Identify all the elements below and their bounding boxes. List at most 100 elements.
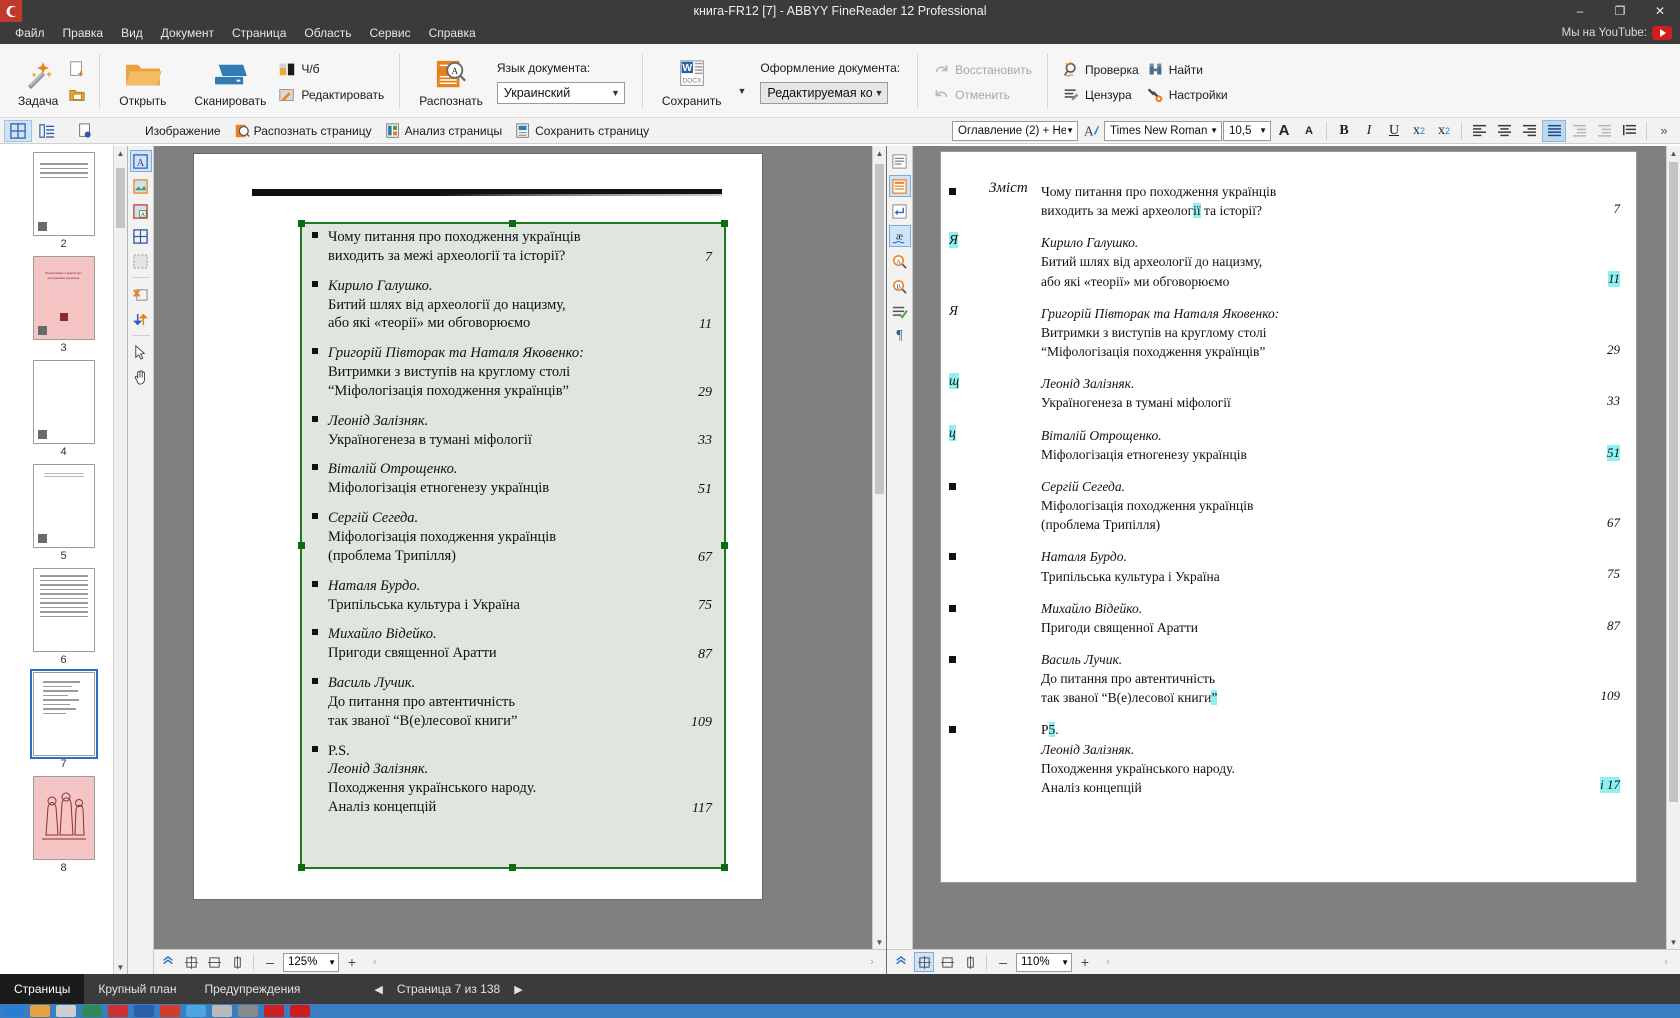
text-scroll-up-icon[interactable]: ▲	[1667, 146, 1680, 160]
recognized-toc-entry[interactable]: Наталя Бурдо.Трипільська культура і Укра…	[1041, 547, 1606, 585]
recognized-uncertain-prefix[interactable]: щ	[949, 373, 959, 389]
thumbnail-item-selected[interactable]: 7	[33, 672, 95, 770]
taskbar-icon-1[interactable]	[4, 1005, 24, 1017]
paragraph-style-select[interactable]: Оглавление (2) + He ▼	[952, 121, 1078, 141]
image-scroll-area[interactable]: Чому питання про походження українціввих…	[154, 146, 886, 949]
menu-edit[interactable]: Правка	[54, 23, 113, 43]
image-scrollbar-thumb[interactable]	[875, 164, 884, 494]
region-handle-lc[interactable]	[298, 542, 305, 549]
delete-area-tool-icon[interactable]	[130, 283, 152, 305]
task-button[interactable]: Задача	[10, 48, 66, 116]
maximize-button[interactable]: ❐	[1600, 0, 1640, 22]
paragraph-direction-button[interactable]	[1617, 120, 1641, 142]
thumbnail-page-2[interactable]	[33, 152, 95, 236]
menu-service[interactable]: Сервис	[361, 23, 420, 43]
find-button[interactable]: Найти	[1143, 59, 1232, 80]
zoom-next-tool-icon[interactable]: B	[889, 275, 911, 297]
recognized-toc-entry[interactable]: Михайло Відейко.Пригоди священної Аратти…	[1041, 599, 1606, 637]
tab-warnings[interactable]: Предупреждения	[190, 974, 314, 1004]
restore-button[interactable]: Восстановить	[929, 59, 1036, 80]
fit-page-icon[interactable]	[181, 952, 201, 972]
region-handle-tl[interactable]	[298, 220, 305, 227]
open-button[interactable]: Открыть	[111, 48, 174, 116]
taskbar-icon-8[interactable]	[186, 1005, 206, 1017]
scanned-page[interactable]: Чому питання про походження українціввих…	[194, 154, 762, 899]
taskbar-icon-7[interactable]	[160, 1005, 180, 1017]
recognized-toc-entry[interactable]: Чому питання про походження українціввих…	[1041, 182, 1606, 220]
ocr-text-region[interactable]: Чому питання про походження українціввих…	[300, 222, 726, 869]
collapse-pane-icon[interactable]	[158, 952, 178, 972]
region-handle-br[interactable]	[721, 864, 728, 871]
recognized-uncertain-prefix[interactable]: ц	[949, 425, 956, 441]
recognized-toc-entry[interactable]: ЯГригорій Півторак та Наталя Яковенко:Ви…	[1041, 304, 1606, 361]
document-language-select[interactable]: Украинский ▼	[497, 82, 625, 104]
spellcheck-tool-icon[interactable]	[889, 300, 911, 322]
thumbnail-page-3[interactable]: Новий міфи та факти про походження украї…	[33, 256, 95, 340]
taskbar-icon-2[interactable]	[30, 1005, 50, 1017]
uncertain-char[interactable]: 5	[1049, 722, 1056, 737]
bw-mode-button[interactable]: Ч/б	[274, 58, 388, 80]
check-button[interactable]: Проверка	[1059, 59, 1143, 80]
thumbnail-item[interactable]: Новий міфи та факти про походження украї…	[33, 256, 95, 354]
bold-button[interactable]: B	[1332, 120, 1356, 142]
save-page-button[interactable]: Сохранить страницу	[510, 120, 654, 142]
prev-page-button[interactable]: ◀	[374, 983, 382, 996]
settings-button[interactable]: Настройки	[1143, 84, 1232, 105]
region-handle-bl[interactable]	[298, 864, 305, 871]
recognized-toc-entry[interactable]: щЛеонід Залізняк.Україногенеза в тумані …	[1041, 374, 1606, 412]
menu-file[interactable]: Файл	[6, 23, 54, 43]
recognized-toc-entry[interactable]: Сергій Сегеда.Міфологізація походження у…	[1041, 477, 1606, 534]
text-fit-width-icon[interactable]	[937, 952, 957, 972]
new-document-icon[interactable]	[66, 58, 88, 80]
style-tool-button[interactable]: A	[1079, 120, 1103, 142]
recognized-page[interactable]: Зміст Чому питання про походження україн…	[941, 152, 1636, 882]
open-recent-icon[interactable]	[66, 84, 88, 106]
zoom-out-button[interactable]: –	[260, 952, 280, 972]
decrease-indent-button[interactable]	[1567, 120, 1591, 142]
thumbnail-item[interactable]: 5	[33, 464, 95, 562]
scrollbar-thumb[interactable]	[116, 168, 125, 228]
region-handle-rc[interactable]	[721, 542, 728, 549]
pilcrow-tool-icon[interactable]: ¶	[889, 325, 911, 347]
align-justify-button[interactable]	[1542, 120, 1566, 142]
text-hscroll-left-icon[interactable]: ‹	[1098, 952, 1118, 972]
taskbar-icon-4[interactable]	[82, 1005, 102, 1017]
analyze-page-button[interactable]: Анализ страницы	[380, 120, 508, 142]
text-hscroll-right-icon[interactable]: ›	[1656, 952, 1676, 972]
scroll-down-icon[interactable]: ▼	[114, 960, 127, 974]
recognize-page-button[interactable]: Распознать страницу	[229, 120, 377, 142]
text-scroll-down-icon[interactable]: ▼	[1667, 935, 1680, 949]
menu-page[interactable]: Страница	[223, 23, 295, 43]
text-zoom-in-button[interactable]: +	[1075, 952, 1095, 972]
image-scroll-down-icon[interactable]: ▼	[873, 935, 886, 949]
show-formatting-tool-icon[interactable]	[889, 150, 911, 172]
recognize-button[interactable]: A Распознать	[411, 48, 491, 116]
thumbnails-list-button[interactable]	[34, 120, 60, 142]
uncertain-chars-tool-icon[interactable]: æ	[889, 225, 911, 247]
text-fit-height-icon[interactable]	[960, 952, 980, 972]
menu-area[interactable]: Область	[295, 23, 360, 43]
undo-button[interactable]: Отменить	[929, 84, 1036, 105]
hand-tool-icon[interactable]	[130, 366, 152, 388]
thumbnail-page-8[interactable]	[33, 776, 95, 860]
taskbar-icon-10[interactable]	[238, 1005, 258, 1017]
align-right-button[interactable]	[1517, 120, 1541, 142]
pointer-tool-icon[interactable]	[130, 341, 152, 363]
thumbnail-item[interactable]: 4	[33, 360, 95, 458]
menu-view[interactable]: Вид	[112, 23, 152, 43]
taskbar-icon-9[interactable]	[212, 1005, 232, 1017]
text-scroll-area[interactable]: Зміст Чому питання про походження україн…	[913, 146, 1680, 949]
text-collapse-pane-icon[interactable]	[891, 952, 911, 972]
recognized-toc-entry[interactable]: P5.Леонід Залізняк.Походження українсько…	[1041, 720, 1606, 797]
line-break-tool-icon[interactable]	[889, 200, 911, 222]
youtube-icon[interactable]	[1652, 26, 1672, 40]
region-handle-tc[interactable]	[509, 220, 516, 227]
table-area-tool-icon[interactable]	[130, 225, 152, 247]
region-handle-tr[interactable]	[721, 220, 728, 227]
thumbnail-page-5[interactable]	[33, 464, 95, 548]
hscroll-right-icon[interactable]: ›	[862, 952, 882, 972]
taskbar-icon-11[interactable]	[264, 1005, 284, 1017]
thumbnail-item[interactable]: 8	[33, 776, 95, 874]
next-page-button[interactable]: ▶	[514, 983, 522, 996]
text-scrollbar-thumb[interactable]	[1669, 162, 1678, 802]
